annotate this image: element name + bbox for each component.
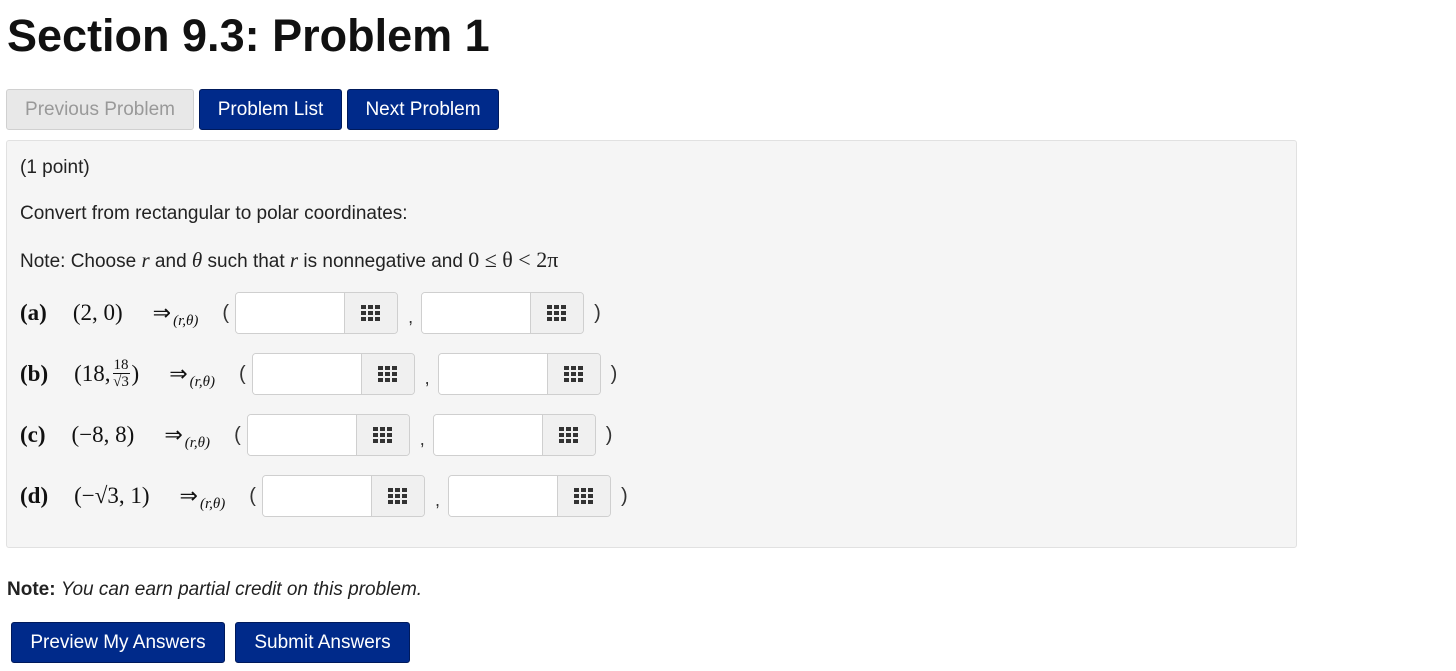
equation-editor-button[interactable] (370, 476, 424, 516)
and-text: and (149, 251, 192, 272)
preview-answers-button[interactable]: Preview My Answers (11, 622, 225, 663)
close-paren: ) (594, 301, 601, 324)
close-paren: ) (610, 362, 618, 385)
fraction: 18 √3 (112, 357, 130, 390)
answer-input-b-theta[interactable] (438, 354, 547, 394)
close-paren: ) (620, 484, 628, 507)
keypad-grid-icon (558, 427, 578, 443)
answer-input-c-r[interactable] (247, 415, 356, 455)
answer-group-a-theta (421, 292, 585, 334)
such-that-text: such that (202, 251, 290, 272)
keypad-grid-icon (372, 427, 392, 443)
problem-points: (1 point) (20, 157, 90, 178)
problem-instruction: Convert from rectangular to polar coordi… (20, 203, 408, 224)
equation-editor-button[interactable] (355, 415, 409, 455)
answer-group-d-r (261, 475, 425, 517)
previous-problem-button: Previous Problem (6, 89, 194, 130)
answer-group-a-r (235, 292, 399, 334)
note-prefix: Note: Choose (20, 251, 142, 272)
partial-credit-note: Note: You can earn partial credit on thi… (7, 579, 422, 601)
answer-group-c-theta (432, 414, 596, 456)
answer-input-c-theta[interactable] (433, 415, 542, 455)
implies-arrow: ⇒ (r,θ) (152, 300, 199, 329)
keypad-grid-icon (377, 366, 397, 382)
page-title: Section 9.3: Problem 1 (7, 10, 490, 61)
open-paren: ( (222, 301, 230, 324)
keypad-grid-icon (547, 305, 567, 321)
answer-input-d-r[interactable] (262, 476, 371, 516)
keypad-grid-icon (573, 488, 593, 504)
part-a-point: (2, 0) (72, 300, 123, 325)
arrow-subscript: (r,θ) (184, 435, 211, 451)
equation-editor-button[interactable] (530, 293, 584, 333)
arrow-subscript: (r,θ) (189, 374, 215, 390)
note-label: Note: (7, 579, 56, 600)
point-b-start: (18, (74, 361, 111, 386)
part-b-row: (b) (18, 18 √3 ) ⇒ (r,θ) ( , ) (20, 353, 617, 395)
keypad-grid-icon (387, 488, 407, 504)
note-text: You can earn partial credit on this prob… (60, 579, 423, 600)
submit-bar: Preview My Answers Submit Answers (11, 622, 410, 663)
comma: , (419, 428, 425, 449)
var-theta: θ (191, 248, 203, 272)
open-paren: ( (234, 423, 241, 446)
part-b-label: (b) (20, 361, 49, 386)
fraction-denominator: √3 (113, 374, 129, 390)
answer-input-a-theta[interactable] (422, 293, 531, 333)
equation-editor-button[interactable] (541, 415, 595, 455)
next-problem-button[interactable]: Next Problem (347, 89, 499, 130)
answer-group-d-theta (447, 475, 611, 517)
part-a-label: (a) (20, 300, 47, 325)
part-c-row: (c) (−8, 8) ⇒ (r,θ) ( , ) (20, 414, 612, 456)
problem-body: (1 point) Convert from rectangular to po… (6, 140, 1297, 548)
implies-arrow: ⇒ (r,θ) (179, 483, 226, 512)
answer-group-c-r (246, 414, 410, 456)
fraction-numerator: 18 (112, 357, 130, 374)
problem-list-button[interactable]: Problem List (199, 89, 342, 130)
part-d-label: (d) (20, 483, 49, 508)
arrow-glyph: ⇒ (179, 483, 198, 508)
open-paren: ( (238, 362, 246, 385)
var-r-2: r (289, 248, 299, 272)
submit-answers-button[interactable]: Submit Answers (235, 622, 410, 663)
part-d-row: (d) (−√3, 1) ⇒ (r,θ) ( , ) (20, 475, 628, 517)
part-a-row: (a) (2, 0) ⇒ (r,θ) ( , ) (20, 292, 601, 334)
equation-editor-button[interactable] (546, 354, 600, 394)
answer-input-a-r[interactable] (236, 293, 345, 333)
point-b-end: ) (131, 361, 140, 386)
equation-editor-button[interactable] (556, 476, 610, 516)
theta-condition: 0 ≤ θ < 2π (468, 247, 559, 272)
answer-input-b-r[interactable] (252, 354, 361, 394)
keypad-grid-icon (361, 305, 381, 321)
answer-input-d-theta[interactable] (448, 476, 557, 516)
open-paren: ( (249, 484, 256, 507)
problem-note: Note: Choose r and θ such that r is nonn… (20, 247, 558, 273)
comma: , (424, 367, 430, 388)
part-d-point: (−√3, 1) (74, 483, 150, 508)
comma: , (434, 489, 440, 510)
equation-editor-button[interactable] (360, 354, 414, 394)
close-paren: ) (605, 423, 613, 446)
comma: , (408, 306, 414, 327)
answer-group-b-r (251, 353, 415, 395)
equation-editor-button[interactable] (344, 293, 398, 333)
part-c-label: (c) (20, 422, 46, 447)
answer-group-b-theta (437, 353, 601, 395)
arrow-subscript: (r,θ) (173, 313, 199, 329)
implies-arrow: ⇒ (r,θ) (169, 361, 215, 390)
implies-arrow: ⇒ (r,θ) (164, 422, 210, 451)
keypad-grid-icon (563, 366, 583, 382)
nonneg-text: is nonnegative and (298, 251, 469, 272)
arrow-glyph: ⇒ (164, 422, 183, 447)
arrow-glyph: ⇒ (152, 300, 172, 325)
part-c-point: (−8, 8) (71, 422, 135, 447)
problem-navigation: Previous Problem Problem List Next Probl… (6, 89, 499, 130)
var-r: r (141, 248, 150, 272)
arrow-subscript: (r,θ) (199, 496, 226, 512)
part-b-point: (18, 18 √3 ) (74, 358, 139, 390)
arrow-glyph: ⇒ (169, 361, 188, 386)
